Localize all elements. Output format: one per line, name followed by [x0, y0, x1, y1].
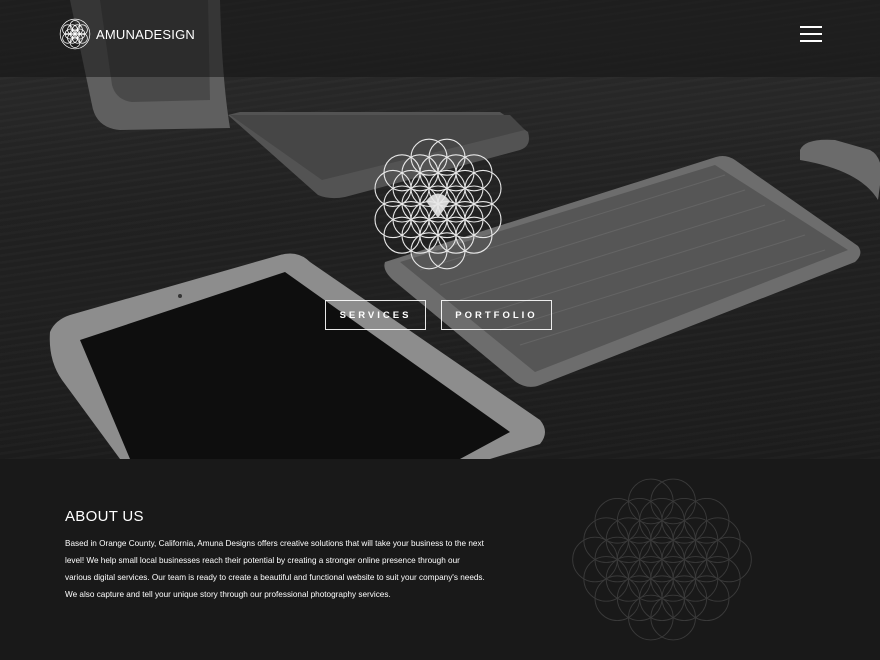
about-description: Based in Orange County, California, Amun…: [65, 539, 485, 599]
brand-logo[interactable]: AMUNADESIGN: [57, 16, 195, 52]
top-navigation-bar: AMUNADESIGN: [0, 0, 880, 77]
flower-of-life-icon: [572, 478, 752, 641]
hero-section: AMUNADESIGN SERVICES PORTFOLIO: [0, 0, 880, 459]
portfolio-button[interactable]: PORTFOLIO: [441, 300, 552, 330]
services-button[interactable]: SERVICES: [325, 300, 426, 330]
about-section: ABOUT US Based in Orange County, Califor…: [0, 459, 880, 660]
about-title: ABOUT US: [65, 508, 144, 525]
brand-name: AMUNADESIGN: [96, 26, 195, 42]
flower-of-life-icon: [59, 18, 91, 50]
flower-of-life-icon: [374, 138, 502, 270]
hamburger-menu-icon[interactable]: [800, 24, 824, 44]
